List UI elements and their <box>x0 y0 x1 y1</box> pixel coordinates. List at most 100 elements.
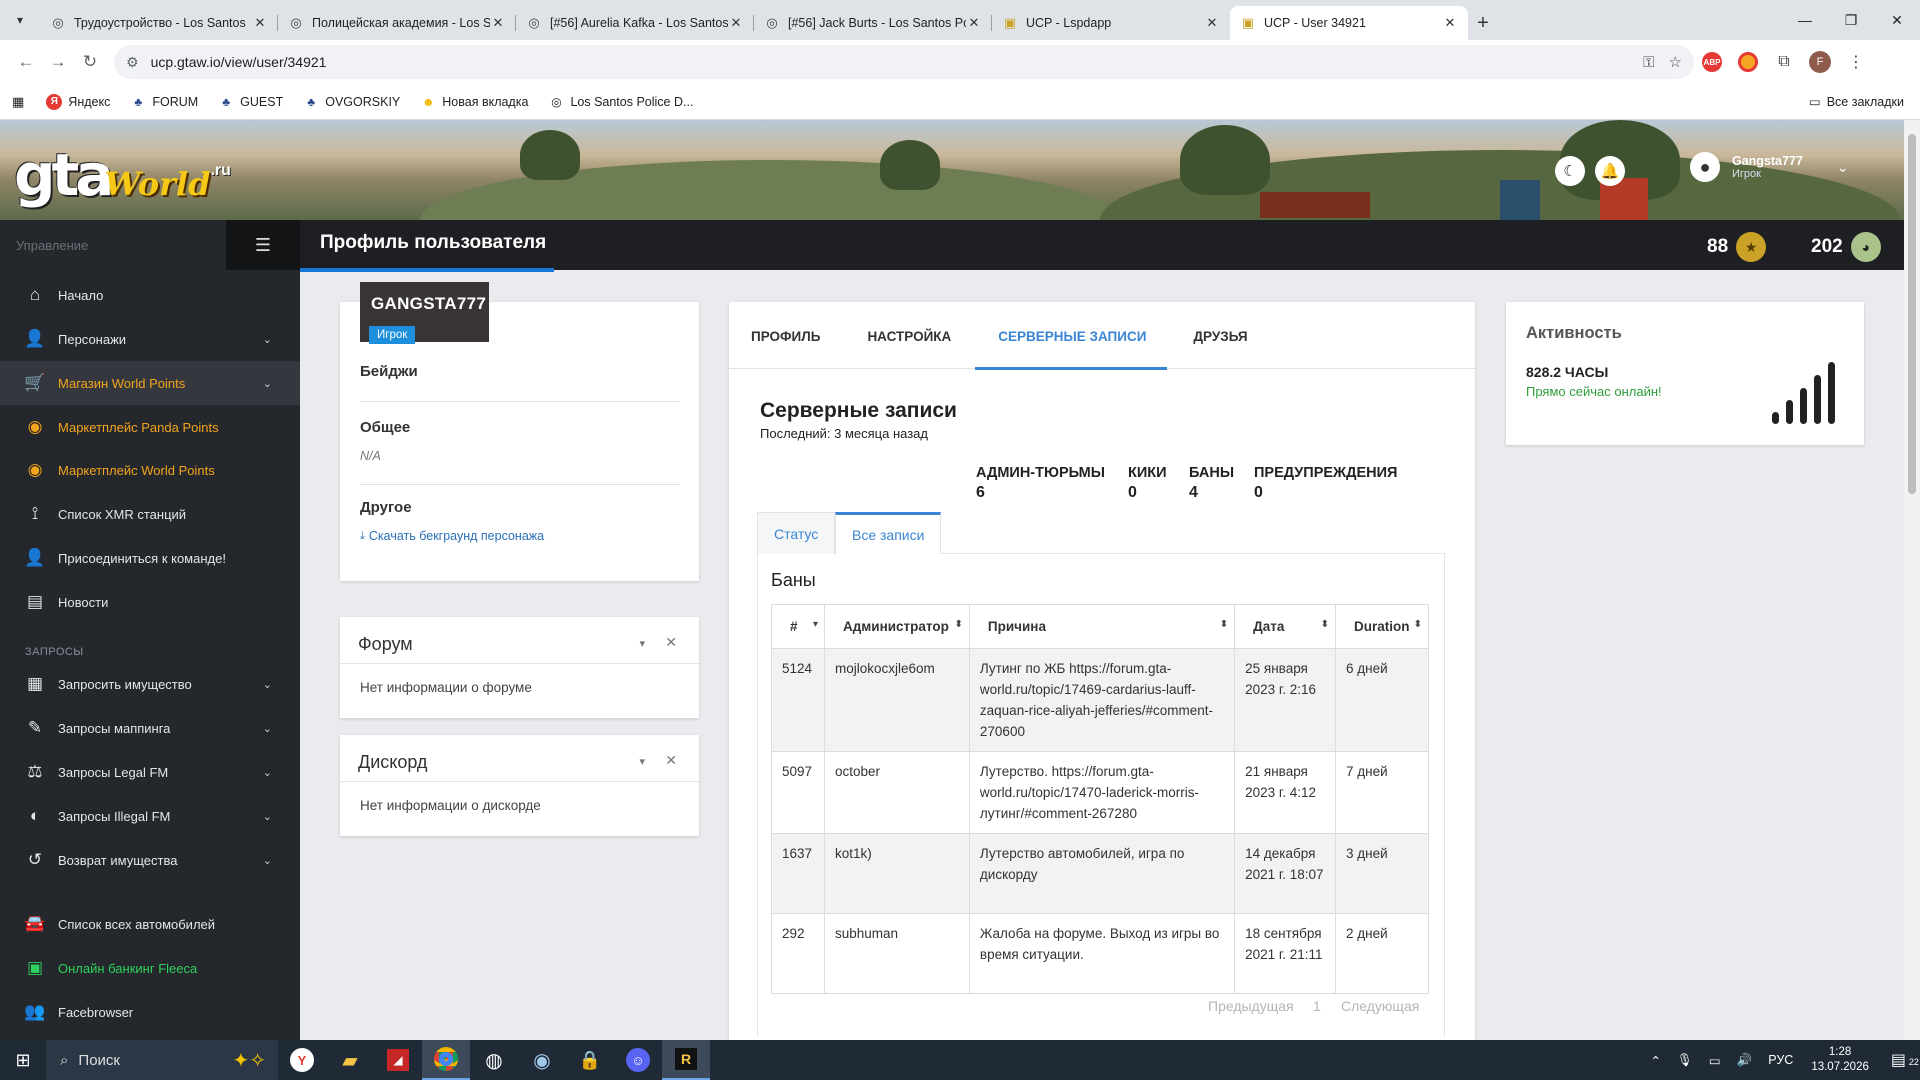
sidebar-item-world-points-shop[interactable]: 🛒 Магазин World Points ⌄ <box>0 361 300 405</box>
rage-mp-icon[interactable]: R <box>662 1040 710 1080</box>
scrollbar-thumb[interactable] <box>1908 134 1916 494</box>
sidebar-item-panda-marketplace[interactable]: ◉ Маркетплейс Panda Points <box>0 405 300 449</box>
adblock-extension-icon[interactable]: ABP <box>1694 52 1730 72</box>
puzzle-icon[interactable]: ⧉ <box>1766 53 1802 71</box>
column-header-id[interactable]: # ▾ <box>771 604 825 649</box>
close-window-icon[interactable]: ✕ <box>1874 0 1920 40</box>
steam-icon[interactable]: ◉ <box>518 1040 566 1080</box>
notification-center-icon[interactable]: ▤ 22 <box>1891 1050 1920 1070</box>
close-icon[interactable]: ✕ <box>490 15 506 31</box>
browser-tab[interactable]: ◎ Трудоустройство - Los Santos ✕ <box>40 6 278 40</box>
security-lock-icon[interactable]: 🔒 <box>566 1040 614 1080</box>
sidebar-item-illegal-fm[interactable]: ◐ Запросы Illegal FM ⌄ <box>0 794 300 838</box>
sidebar-item-all-vehicles[interactable]: 🚘 Список всех автомобилей <box>0 902 300 946</box>
file-explorer-icon[interactable]: ▰ <box>326 1040 374 1080</box>
new-tab-button[interactable]: + <box>1468 6 1498 40</box>
browser-tab[interactable]: ◎ [#56] Jack Burts - Los Santos Po ✕ <box>754 6 992 40</box>
subtab-all-records[interactable]: Все записи <box>835 512 942 554</box>
microphone-icon[interactable]: 🎙 <box>1677 1053 1693 1068</box>
key-icon[interactable]: ⚿ <box>1643 54 1654 71</box>
browser-tab[interactable]: ▣ UCP - Lspdapp ✕ <box>992 6 1230 40</box>
browser-tab[interactable]: ◎ Полицейская академия - Los Santos✕ <box>278 6 516 40</box>
star-icon[interactable]: ☆ <box>1669 53 1682 71</box>
sidebar-item-property-return[interactable]: ↺ Возврат имущества ⌄ <box>0 838 300 882</box>
dark-mode-moon-icon[interactable]: ☾ <box>1555 156 1585 186</box>
bookmark-yandex[interactable]: Я Яндекс <box>46 93 110 110</box>
close-icon[interactable]: ✕ <box>728 15 744 31</box>
sidebar-item-join-team[interactable]: 👤 Присоединиться к команде! <box>0 536 300 580</box>
chevron-down-icon[interactable]: ⌄ <box>1837 159 1849 176</box>
amd-icon[interactable]: ◢ <box>374 1040 422 1080</box>
apps-grid-icon[interactable]: ▦ <box>12 94 24 110</box>
minimize-icon[interactable]: — <box>1782 0 1828 40</box>
profile-avatar[interactable]: F <box>1802 51 1838 73</box>
sidebar-item-mapping-requests[interactable]: ✎ Запросы маппинга ⌄ <box>0 706 300 750</box>
sidebar-item-world-marketplace[interactable]: ◉ Маркетплейс World Points <box>0 448 300 492</box>
sidebar-item-news[interactable]: ▤ Новости <box>0 580 300 624</box>
sidebar-item-xmr-stations[interactable]: ⟟ Список XMR станций <box>0 492 300 536</box>
bookmark-ovgorskiy[interactable]: ♣ OVGORSKIY <box>303 94 400 110</box>
extension-icon[interactable] <box>1730 52 1766 72</box>
tab-settings[interactable]: НАСТРОЙКА <box>867 302 951 370</box>
browser-tab[interactable]: ◎ [#56] Aurelia Kafka - Los Santos ✕ <box>516 6 754 40</box>
close-icon[interactable]: ✕ <box>1204 15 1220 31</box>
pager-prev[interactable]: Предыдущая <box>1208 998 1294 1014</box>
sidebar-item-facebrowser[interactable]: 👥 Facebrowser <box>0 990 300 1034</box>
reload-icon[interactable]: ↻ <box>74 46 106 78</box>
column-header-duration[interactable]: Duration ⬍ <box>1335 604 1429 649</box>
obs-icon[interactable]: ◍ <box>470 1040 518 1080</box>
menu-kebab-icon[interactable]: ⋮ <box>1838 52 1874 72</box>
close-icon[interactable]: ✕ <box>665 752 677 769</box>
cell-id: 1637 <box>771 833 825 914</box>
hamburger-menu-icon[interactable]: ☰ <box>226 220 300 270</box>
sidebar-item-request-property[interactable]: ▦ Запросить имущество ⌄ <box>0 662 300 706</box>
tab-profile[interactable]: ПРОФИЛЬ <box>751 302 820 370</box>
browser-tab-active[interactable]: ▣ UCP - User 34921 ✕ <box>1230 6 1468 40</box>
bookmark-lspd[interactable]: ◎ Los Santos Police D... <box>548 94 693 110</box>
close-icon[interactable]: ✕ <box>665 634 677 651</box>
chrome-icon[interactable] <box>422 1040 470 1080</box>
gta-world-logo[interactable]: gta World .ru <box>14 134 231 204</box>
subtab-status[interactable]: Статус <box>757 512 836 554</box>
sidebar-item-legal-fm[interactable]: ⚖ Запросы Legal FM ⌄ <box>0 750 300 794</box>
restore-icon[interactable]: ❐ <box>1828 0 1874 40</box>
close-icon[interactable]: ✕ <box>966 15 982 31</box>
sidebar-item-fleeca-banking[interactable]: ▣ Онлайн банкинг Fleeca <box>0 946 300 990</box>
bookmark-guest[interactable]: ♣ GUEST <box>218 94 283 110</box>
close-icon[interactable]: ✕ <box>1442 15 1458 31</box>
column-header-admin[interactable]: Администратор ⬍ <box>823 604 970 649</box>
column-header-reason[interactable]: Причина ⬍ <box>968 604 1236 649</box>
volume-icon[interactable]: 🔊 <box>1737 1053 1753 1068</box>
user-menu[interactable]: ● Gangsta777 Игрок ⌄ <box>1690 152 1849 182</box>
collapse-caret-icon[interactable]: ▾ <box>639 637 645 650</box>
clock[interactable]: 1:28 13.07.2026 <box>1811 1045 1869 1075</box>
notification-bell-icon[interactable]: 🔔 <box>1595 156 1625 186</box>
all-bookmarks-button[interactable]: ▭ Все закладки <box>1809 94 1904 110</box>
site-info-icon[interactable]: ⚙ <box>126 54 139 71</box>
back-icon[interactable]: ← <box>10 46 42 78</box>
close-icon[interactable]: ✕ <box>252 15 268 31</box>
taskbar-search[interactable]: ⌕ Поиск ✦✧ <box>46 1040 278 1080</box>
forward-icon[interactable]: → <box>42 46 74 78</box>
language-indicator[interactable]: РУС <box>1768 1053 1793 1067</box>
download-background-link[interactable]: ⤓ Скачать бекграунд персонажа <box>360 529 544 543</box>
collapse-caret-icon[interactable]: ▾ <box>639 755 645 768</box>
sidebar-item-characters[interactable]: 👤 Персонажи ⌄ <box>0 317 300 361</box>
network-icon[interactable]: ▭ <box>1709 1053 1721 1068</box>
yandex-browser-icon[interactable]: Y <box>278 1040 326 1080</box>
address-bar[interactable]: ⚙ ucp.gtaw.io/view/user/34921 ⚿ ☆ <box>114 45 1694 79</box>
chevron-up-icon[interactable]: ⌃ <box>1651 1053 1661 1068</box>
discord-icon[interactable]: ☺ <box>614 1040 662 1080</box>
sidebar-item-home[interactable]: ⌂ Начало <box>0 273 300 317</box>
bookmark-new-tab[interactable]: ☻ Новая вкладка <box>420 94 529 110</box>
tab-friends[interactable]: ДРУЗЬЯ <box>1193 302 1247 370</box>
pager-page[interactable]: 1 <box>1313 998 1321 1014</box>
tab-server-records[interactable]: СЕРВЕРНЫЕ ЗАПИСИ <box>975 302 1168 370</box>
windows-start-icon[interactable]: ⊞ <box>0 1040 46 1080</box>
pager-next[interactable]: Следующая <box>1341 998 1419 1014</box>
page-scrollbar[interactable] <box>1904 120 1920 1040</box>
url-text[interactable]: ucp.gtaw.io/view/user/34921 <box>151 54 1630 70</box>
tab-search-icon[interactable]: ▾ <box>0 0 40 40</box>
column-header-date[interactable]: Дата ⬍ <box>1234 604 1337 649</box>
bookmark-forum[interactable]: ♣ FORUM <box>130 94 198 110</box>
